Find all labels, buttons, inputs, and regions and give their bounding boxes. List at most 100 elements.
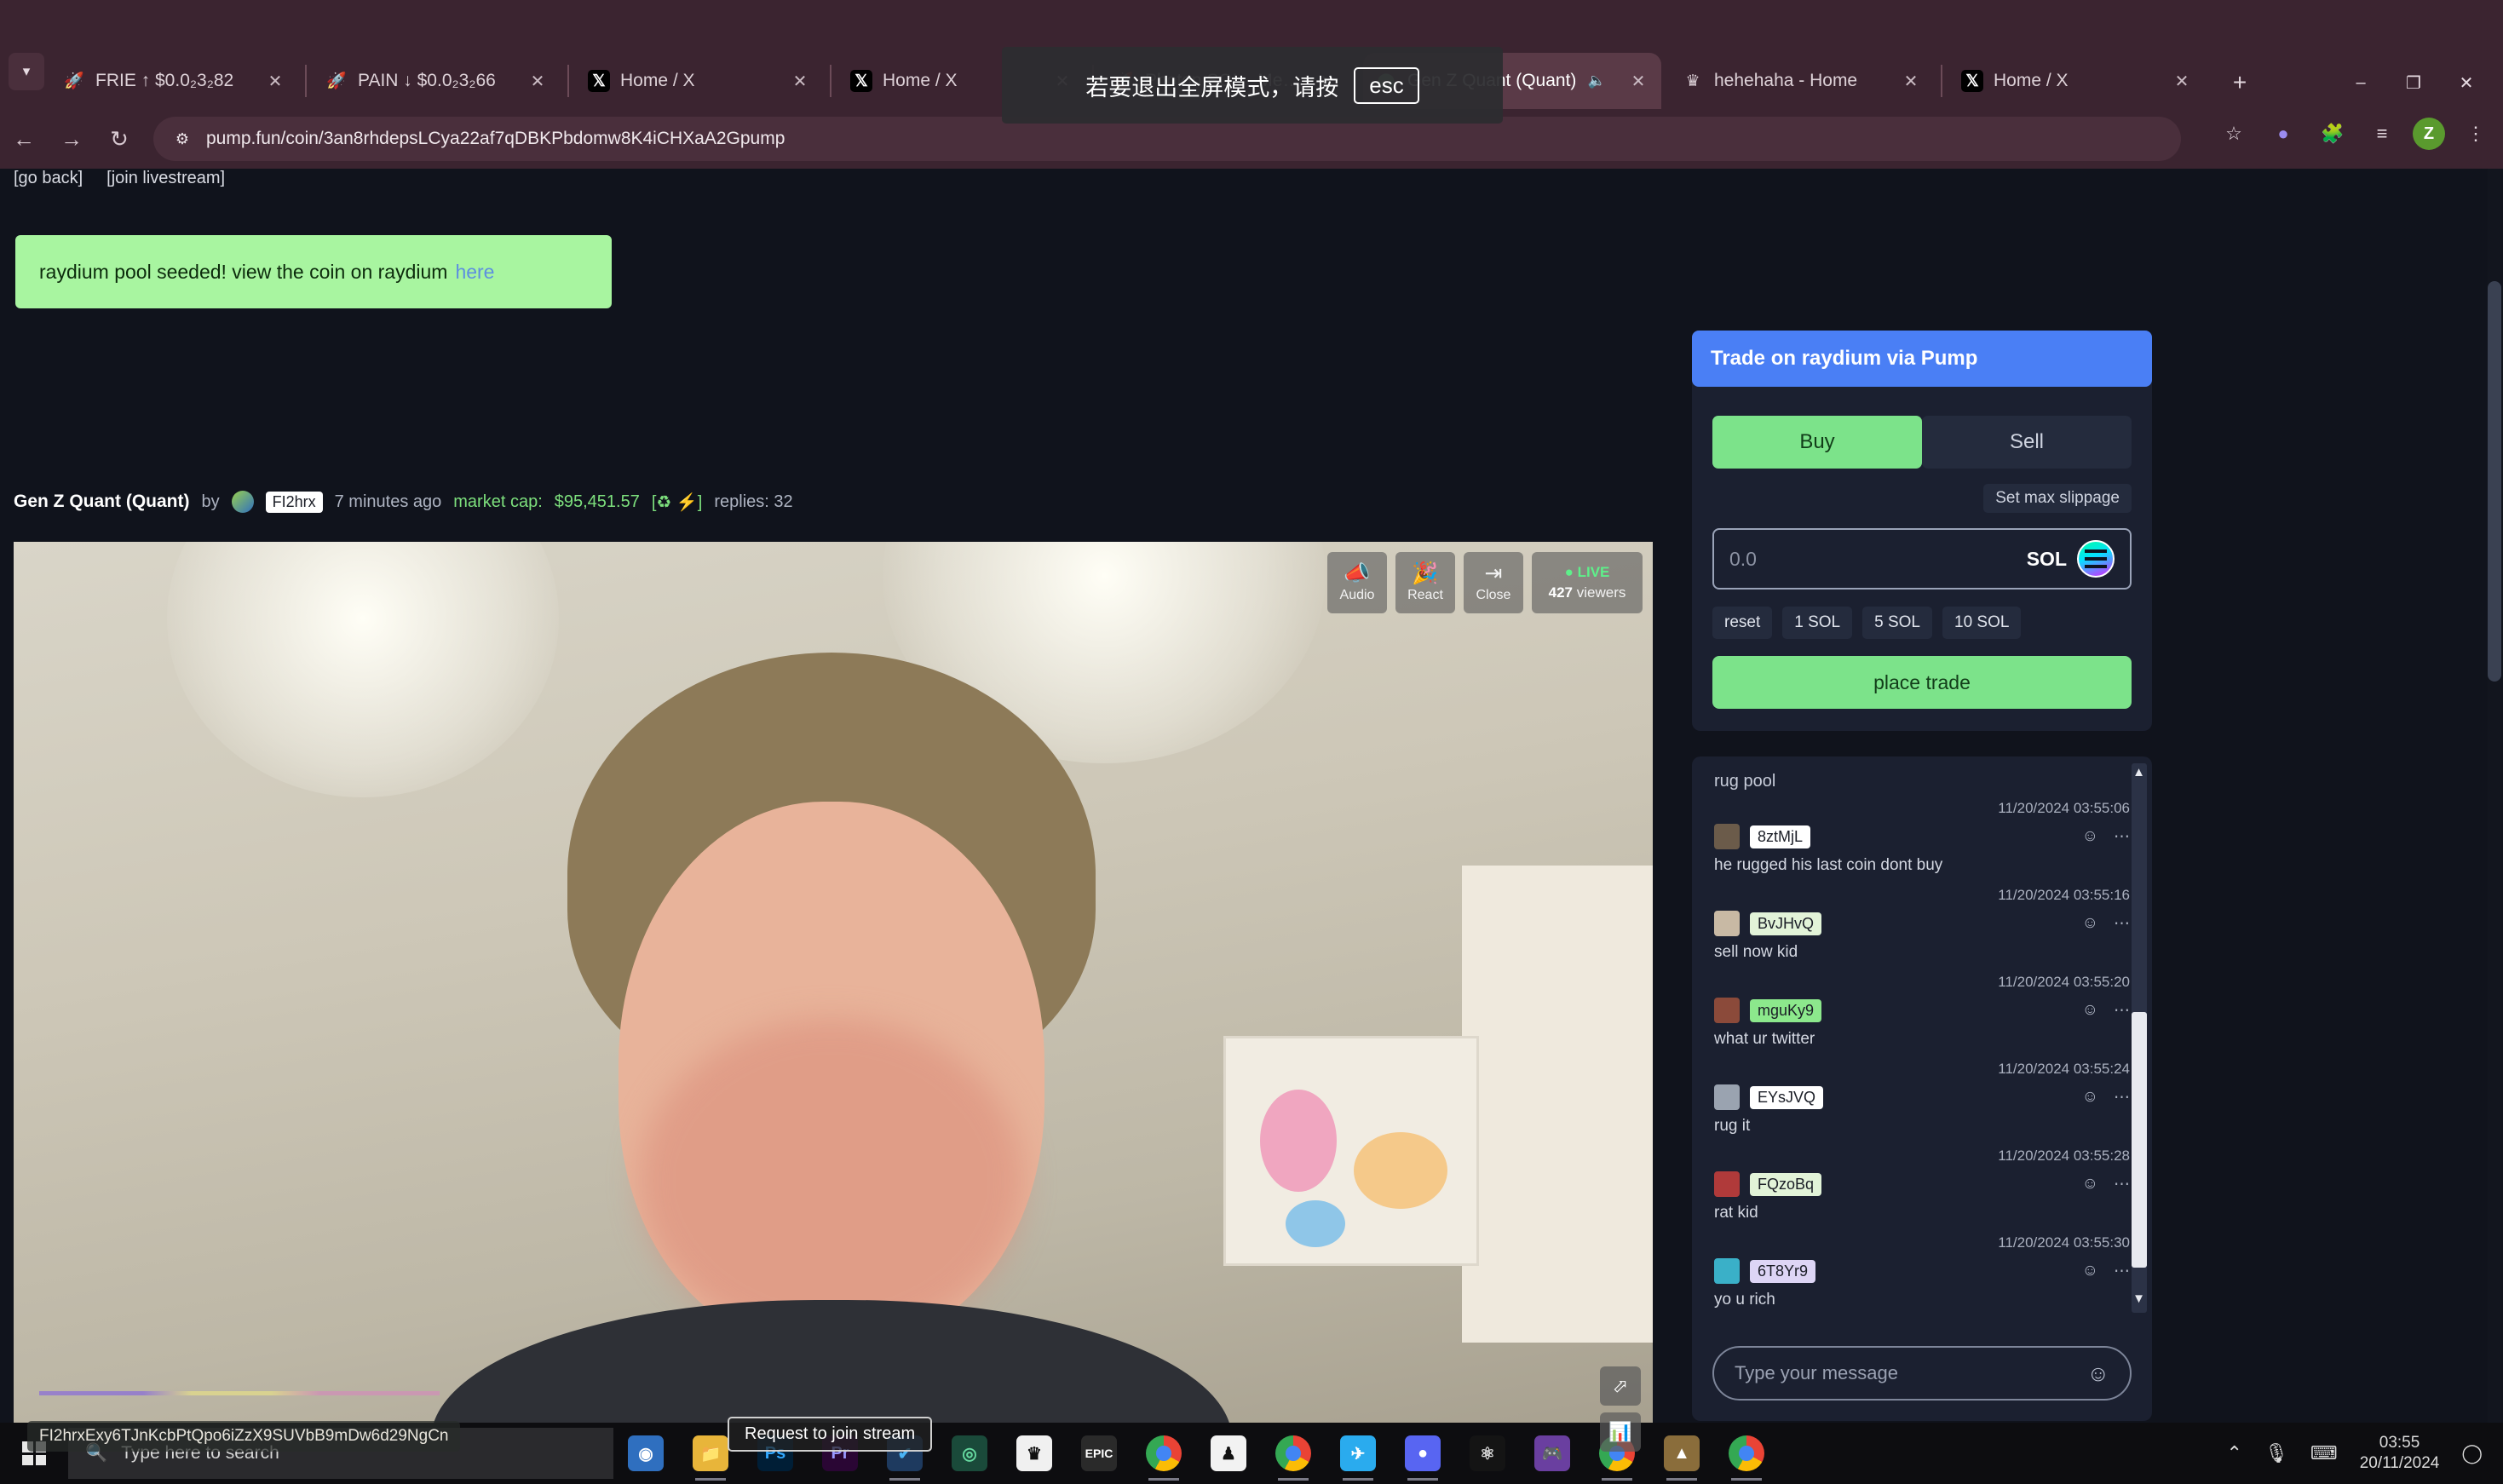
- message-username[interactable]: EYsJVQ: [1750, 1085, 1824, 1109]
- emoji-react-icon[interactable]: ☺: [2082, 1088, 2098, 1107]
- extension-icon[interactable]: 🧩: [2314, 115, 2351, 152]
- message-username[interactable]: mguKy9: [1750, 998, 1822, 1022]
- message-username[interactable]: FQzoBq: [1750, 1172, 1822, 1196]
- chat-message-list[interactable]: rug pool 11/20/2024 03:55:06 8ztMjL ☺ ⋯ …: [1692, 756, 2152, 1319]
- taskbar-app-spiral[interactable]: ◎: [937, 1423, 1002, 1484]
- banner-here-link[interactable]: here: [455, 261, 494, 284]
- taskbar-app-chrome-2[interactable]: [1261, 1423, 1326, 1484]
- coin-age: 7 minutes ago: [334, 492, 442, 511]
- trade-card-header[interactable]: Trade on raydium via Pump: [1692, 331, 2152, 387]
- emoji-react-icon[interactable]: ☺: [2082, 1001, 2098, 1021]
- browser-tab-6[interactable]: ♛ hehehaha - Home ✕: [1670, 53, 1934, 109]
- more-options-icon[interactable]: ⋯: [2114, 1001, 2130, 1021]
- join-livestream-link[interactable]: [join livestream]: [106, 169, 225, 188]
- stats-icon[interactable]: 📊: [1600, 1412, 1641, 1452]
- set-max-slippage-button[interactable]: Set max slippage: [1983, 484, 2132, 513]
- notification-icon[interactable]: ◯: [2461, 1442, 2483, 1464]
- audio-button[interactable]: 📣 Audio: [1327, 552, 1387, 613]
- emoji-react-icon[interactable]: ☺: [2082, 1175, 2098, 1194]
- page-scrollbar-thumb[interactable]: [2488, 281, 2501, 682]
- reset-button[interactable]: reset: [1712, 607, 1773, 639]
- maximize-button[interactable]: ❐: [2387, 65, 2440, 101]
- amount-5sol-button[interactable]: 5 SOL: [1862, 607, 1932, 639]
- react-button[interactable]: 🎉 React: [1395, 552, 1455, 613]
- go-back-link[interactable]: [go back]: [14, 169, 83, 188]
- amount-10sol-button[interactable]: 10 SOL: [1942, 607, 2022, 639]
- taskbar-app-telegram[interactable]: ✈: [1326, 1423, 1390, 1484]
- decor-color-bar: [39, 1391, 440, 1395]
- back-icon[interactable]: ←: [0, 115, 48, 163]
- taskbar-app-folder-gold[interactable]: ▲: [1649, 1423, 1714, 1484]
- emoji-react-icon[interactable]: ☺: [2082, 827, 2098, 847]
- browser-tab-7[interactable]: 𝕏 Home / X ✕: [1949, 53, 2205, 109]
- emoji-react-icon[interactable]: ☺: [2082, 914, 2098, 934]
- amount-1sol-button[interactable]: 1 SOL: [1782, 607, 1853, 639]
- profile-avatar[interactable]: Z: [2413, 118, 2445, 150]
- taskbar-app-epic-games[interactable]: EPIC: [1067, 1423, 1131, 1484]
- tab-search-button[interactable]: ▾: [9, 53, 44, 90]
- epic-games-icon: EPIC: [1081, 1435, 1117, 1471]
- microphone-icon[interactable]: 🎙: [2264, 1442, 2288, 1464]
- taskbar-app-photos[interactable]: ◉: [613, 1423, 678, 1484]
- taskbar-clock[interactable]: 03:55 20/11/2024: [2360, 1433, 2440, 1474]
- close-icon[interactable]: ✕: [526, 70, 549, 92]
- sell-button[interactable]: Sell: [1922, 416, 2132, 469]
- message-username[interactable]: 6T8Yr9: [1750, 1259, 1816, 1283]
- tray-chevron-icon[interactable]: ⌃: [2227, 1442, 2242, 1464]
- keyboard-icon[interactable]: ⌨: [2310, 1442, 2338, 1464]
- scroll-down-icon[interactable]: ▼: [2132, 1291, 2145, 1306]
- site-settings-icon[interactable]: ⚙: [172, 129, 193, 149]
- close-icon[interactable]: ✕: [789, 70, 811, 92]
- browser-tab-1[interactable]: 🚀 PAIN ↓ $0.0₂3₂66 ✕: [314, 53, 561, 109]
- amount-input[interactable]: 0.0 SOL: [1712, 528, 2132, 590]
- more-options-icon[interactable]: ⋯: [2114, 1262, 2130, 1281]
- place-trade-button[interactable]: place trade: [1712, 656, 2132, 709]
- extension-purple-icon[interactable]: ●: [2264, 115, 2302, 152]
- close-icon[interactable]: ✕: [1627, 70, 1649, 92]
- taskbar-app-steam[interactable]: ♟: [1196, 1423, 1261, 1484]
- more-options-icon[interactable]: ⋯: [2114, 827, 2130, 847]
- request-join-stream-button[interactable]: Request to join stream: [728, 1417, 933, 1452]
- more-options-icon[interactable]: ⋯: [2114, 1175, 2130, 1194]
- taskbar-app-discord[interactable]: ●: [1390, 1423, 1455, 1484]
- expand-icon[interactable]: ⬀: [1600, 1366, 1641, 1406]
- taskbar-app-crown[interactable]: ♛: [1002, 1423, 1067, 1484]
- more-options-icon[interactable]: ⋯: [2114, 914, 2130, 934]
- taskbar-app-chrome-1[interactable]: [1131, 1423, 1196, 1484]
- tab-label: hehehaha - Home: [1714, 71, 1858, 90]
- browser-tab-2[interactable]: 𝕏 Home / X ✕: [576, 53, 823, 109]
- buy-button[interactable]: Buy: [1712, 416, 1922, 469]
- reading-list-icon[interactable]: ≡: [2363, 115, 2401, 152]
- browser-menu-icon[interactable]: ⋮: [2457, 115, 2494, 152]
- star-icon[interactable]: ☆: [2215, 115, 2253, 152]
- reload-icon[interactable]: ↻: [95, 115, 143, 163]
- taskbar-app-game[interactable]: 🎮: [1520, 1423, 1585, 1484]
- forward-icon[interactable]: →: [48, 115, 95, 163]
- wallet-address-overlay[interactable]: FI2hrxExy6TJnKcbPtQpo6iZzX9SUVbB9mDw6d29…: [27, 1421, 461, 1452]
- new-tab-button[interactable]: +: [2222, 65, 2258, 101]
- more-options-icon[interactable]: ⋯: [2114, 1088, 2130, 1107]
- taskbar-app-atom[interactable]: ⚛: [1455, 1423, 1520, 1484]
- minimize-button[interactable]: –: [2334, 65, 2387, 101]
- emoji-react-icon[interactable]: ☺: [2082, 1262, 2098, 1281]
- creator-name[interactable]: FI2hrx: [265, 491, 323, 513]
- close-window-button[interactable]: ✕: [2440, 65, 2493, 101]
- chat-message-input[interactable]: Type your message ☺: [1712, 1346, 2132, 1401]
- taskbar-app-chrome-4[interactable]: [1714, 1423, 1779, 1484]
- raydium-banner: raydium pool seeded! view the coin on ra…: [15, 235, 612, 308]
- message-username[interactable]: BvJHvQ: [1750, 912, 1822, 935]
- livestream-video[interactable]: 📣 Audio 🎉 React ⇥ Close ● LIVE 427 viewe…: [14, 542, 1653, 1470]
- message-username[interactable]: 8ztMjL: [1750, 825, 1811, 848]
- tab-label: PAIN ↓ $0.0₂3₂66: [358, 71, 496, 90]
- close-stream-button[interactable]: ⇥ Close: [1464, 552, 1523, 613]
- emoji-picker-icon[interactable]: ☺: [2086, 1360, 2109, 1387]
- browser-tab-0[interactable]: 🚀 FRIE ↑ $0.0₂3₂82 ✕: [51, 53, 298, 109]
- chat-scrollbar-thumb[interactable]: [2132, 1012, 2147, 1268]
- tab-audio-icon[interactable]: 🔈: [1586, 71, 1607, 91]
- scroll-up-icon[interactable]: ▲: [2132, 765, 2145, 779]
- close-icon[interactable]: ✕: [264, 70, 286, 92]
- close-icon[interactable]: ✕: [1900, 70, 1922, 92]
- close-icon[interactable]: ✕: [2171, 70, 2193, 92]
- message-header: 8ztMjL ☺ ⋯: [1714, 824, 2130, 849]
- currency-selector[interactable]: SOL: [2027, 540, 2115, 578]
